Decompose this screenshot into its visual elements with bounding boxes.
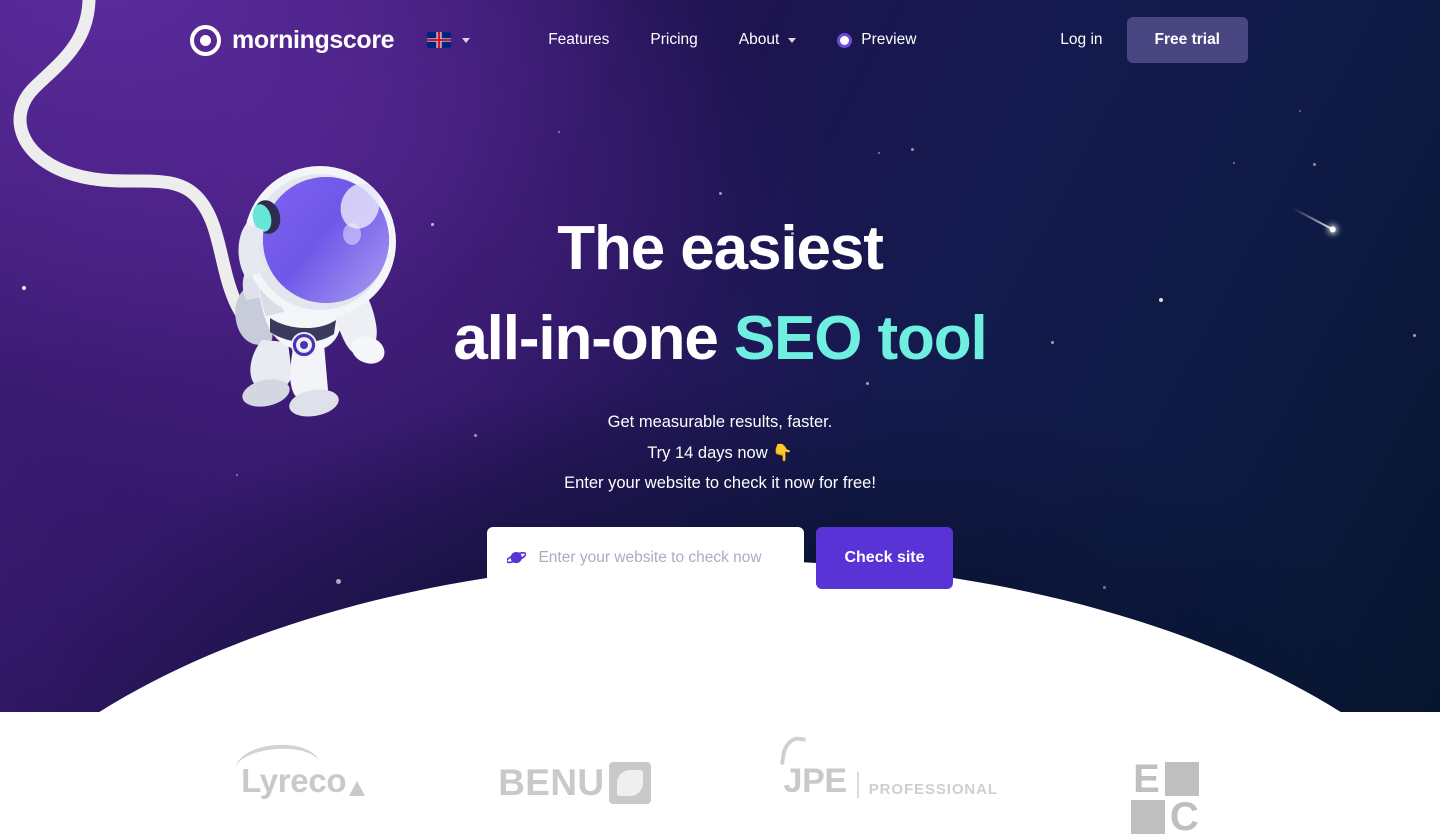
subtext-line-2: Try 14 days now 👇	[647, 443, 793, 462]
client-logo-jpe-subtext: PROFESSIONAL	[868, 781, 998, 798]
jpe-divider	[856, 772, 859, 798]
el-row-top: E	[1133, 757, 1199, 801]
subtext-line-3: Enter your website to check it now for f…	[564, 474, 876, 492]
client-logo-benu-text: BENU	[498, 762, 605, 803]
client-logo-lyreco: Lyreco	[234, 742, 366, 800]
el-row-bottom: C	[1130, 795, 1199, 839]
free-trial-button[interactable]: Free trial	[1126, 17, 1248, 63]
client-logo-benu: BENU	[498, 762, 651, 804]
nav-actions: Log in Free trial	[1060, 17, 1248, 63]
top-navigation: morningscore Features Pricing About Prev…	[0, 0, 1440, 80]
nav-item-about[interactable]: About	[739, 31, 797, 49]
client-logo-jpe-text: JPE	[783, 762, 848, 800]
chevron-down-icon	[788, 37, 797, 43]
hero-subtext: Get measurable results, faster. Try 14 d…	[0, 407, 1440, 499]
nav-item-pricing[interactable]: Pricing	[650, 31, 697, 49]
nav-item-preview-label: Preview	[861, 31, 917, 48]
benu-badge-icon	[608, 762, 651, 804]
logo[interactable]: morningscore	[190, 24, 395, 56]
nav-item-features[interactable]: Features	[548, 31, 609, 49]
nav-item-preview[interactable]: Preview	[837, 31, 916, 49]
jpe-hook-icon	[779, 734, 806, 768]
check-site-button[interactable]: Check site	[816, 526, 953, 589]
ring-dot-icon	[190, 24, 221, 56]
nav-links: Features Pricing About Preview	[548, 31, 916, 49]
lyreco-triangle-icon	[349, 781, 366, 796]
chevron-down-icon	[462, 37, 471, 43]
subtext-line-1: Get measurable results, faster.	[607, 413, 833, 431]
radio-circle-icon	[837, 32, 853, 48]
hero-section: The easiest all-in-one SEO tool Get meas…	[0, 0, 1440, 712]
headline-line-2-plain: all-in-one	[453, 304, 734, 373]
site-check-form: Check site	[0, 526, 1440, 589]
el-block-1	[1164, 762, 1199, 796]
page-title: The easiest all-in-one SEO tool	[0, 204, 1440, 384]
nav-item-pricing-label: Pricing	[650, 31, 698, 48]
nav-item-features-label: Features	[548, 31, 610, 48]
uk-flag-icon	[427, 32, 452, 48]
headline-line-2-accent: SEO tool	[733, 304, 988, 373]
headline-line-1: The easiest	[557, 214, 884, 283]
el-letter-e: E	[1133, 757, 1160, 801]
client-logos-strip: Lyreco BENU JPE PROFESSIONAL E C	[0, 712, 1440, 837]
client-logo-jpe: JPE PROFESSIONAL	[779, 734, 998, 801]
el-letter-c: C	[1169, 795, 1199, 839]
hero-content: The easiest all-in-one SEO tool Get meas…	[0, 0, 1440, 589]
client-logo-el: E C	[1130, 757, 1199, 839]
language-selector[interactable]	[427, 32, 471, 48]
el-block-2	[1130, 800, 1165, 834]
logo-wordmark: morningscore	[232, 25, 395, 54]
search-input-wrapper[interactable]	[487, 526, 805, 589]
planet-icon	[507, 550, 527, 566]
search-input[interactable]	[538, 526, 785, 589]
login-link[interactable]: Log in	[1060, 31, 1102, 49]
nav-item-about-label: About	[738, 31, 780, 48]
